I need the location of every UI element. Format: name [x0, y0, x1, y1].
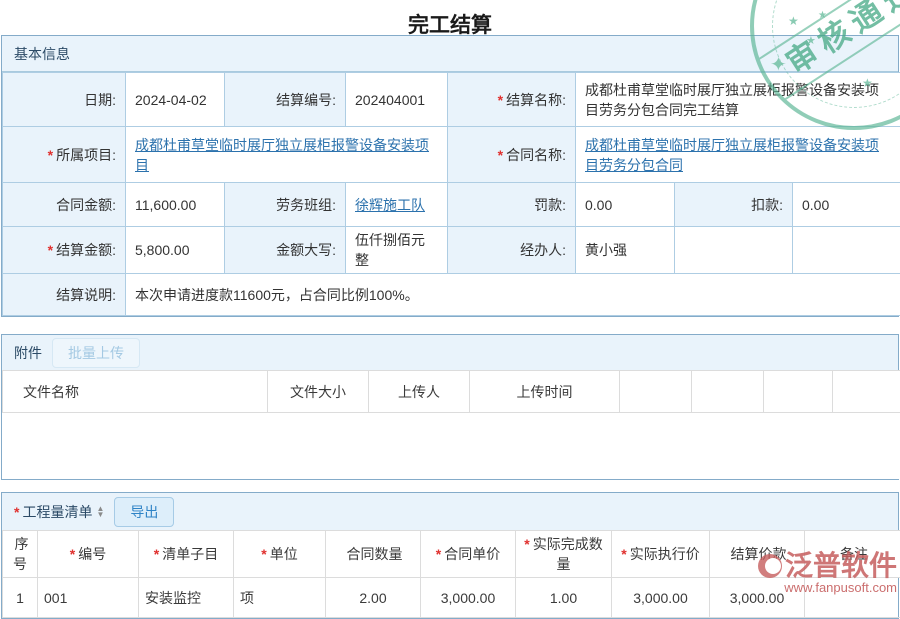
col-remark: 备注 — [805, 531, 900, 578]
col-actual-price: *实际执行价 — [612, 531, 710, 578]
project-label-cell: *所属项目: — [3, 127, 126, 183]
settle-name-value: 成都杜甫草堂临时展厅独立展柜报警设备安装项目劳务分包合同完工结算 — [576, 73, 900, 127]
page-title: 完工结算 — [0, 0, 900, 35]
required-mark: * — [48, 147, 53, 163]
required-mark: * — [48, 242, 53, 258]
cell-actual-price: 3,000.00 — [612, 578, 710, 618]
basic-info-section-header: 基本信息 — [2, 36, 898, 72]
basic-row-2: *所属项目: 成都杜甫草堂临时展厅独立展柜报警设备安装项目 *合同名称: 成都杜… — [3, 127, 900, 183]
empty-cell — [793, 227, 900, 274]
amount-words-value: 伍仟捌佰元整 — [346, 227, 448, 274]
required-mark: * — [14, 504, 19, 520]
col-file-size: 文件大小 — [268, 371, 369, 413]
fine-value: 0.00 — [576, 183, 675, 227]
basic-row-1: 日期: 2024-04-02 结算编号: 202404001 *结算名称: 成都… — [3, 73, 900, 127]
cell-remark — [805, 578, 900, 618]
settle-no-value: 202404001 — [346, 73, 448, 127]
note-value: 本次申请进度款11600元，占合同比例100%。 — [126, 274, 900, 316]
contract-label-cell: *合同名称: — [448, 127, 576, 183]
project-value-cell: 成都杜甫草堂临时展厅独立展柜报警设备安装项目 — [126, 127, 448, 183]
cell-settle-price: 3,000.00 — [710, 578, 805, 618]
basic-row-3: 合同金额: 11,600.00 劳务班组: 徐辉施工队 罚款: 0.00 扣款:… — [3, 183, 900, 227]
contract-amount-label-cell: 合同金额: — [3, 183, 126, 227]
settle-no-label-cell: 结算编号: — [225, 73, 346, 127]
col-unit: *单位 — [234, 531, 326, 578]
boq-section-title: 工程量清单 — [22, 502, 92, 522]
col-uploader: 上传人 — [369, 371, 470, 413]
attachments-empty-area — [3, 413, 900, 480]
col-contract-price: *合同单价 — [421, 531, 516, 578]
col-empty — [764, 371, 833, 413]
col-empty — [620, 371, 692, 413]
labor-team-label-cell: 劳务班组: — [225, 183, 346, 227]
cell-actual-qty: 1.00 — [516, 578, 612, 618]
labor-team-value-cell: 徐辉施工队 — [346, 183, 448, 227]
sort-spinner-icon[interactable]: ▲▼ — [96, 506, 104, 518]
attachments-table: 文件名称 文件大小 上传人 上传时间 — [2, 370, 900, 479]
cell-list-item: 安装监控 — [139, 578, 234, 618]
date-value: 2024-04-02 — [126, 73, 225, 127]
labor-team-link[interactable]: 徐辉施工队 — [355, 197, 425, 213]
empty-cell — [675, 227, 793, 274]
date-label-cell: 日期: — [3, 73, 126, 127]
col-actual-qty: *实际完成数量 — [516, 531, 612, 578]
boq-section-header: * 工程量清单 ▲▼ 导出 — [2, 493, 898, 530]
basic-row-4: *结算金额: 5,800.00 金额大写: 伍仟捌佰元整 经办人: 黄小强 — [3, 227, 900, 274]
cell-seq: 1 — [3, 578, 38, 618]
batch-upload-button[interactable]: 批量上传 — [52, 338, 140, 368]
basic-info-section-title: 基本信息 — [14, 44, 70, 64]
attachments-empty-body — [3, 413, 900, 480]
col-file-name: 文件名称 — [3, 371, 268, 413]
required-mark: * — [498, 147, 503, 163]
cell-code: 001 — [38, 578, 139, 618]
boq-data-row: 1 001 安装监控 项 2.00 3,000.00 1.00 3,000.00… — [3, 578, 900, 618]
col-contract-qty: 合同数量 — [326, 531, 421, 578]
export-button[interactable]: 导出 — [114, 497, 174, 527]
handler-label-cell: 经办人: — [448, 227, 576, 274]
col-list-item: *清单子目 — [139, 531, 234, 578]
boq-table: 序号 *编号 *清单子目 *单位 合同数量 *合同单价 *实际完成数量 *实际执… — [2, 530, 900, 618]
project-link[interactable]: 成都杜甫草堂临时展厅独立展柜报警设备安装项目 — [135, 137, 429, 173]
amount-words-label-cell: 金额大写: — [225, 227, 346, 274]
contract-amount-value: 11,600.00 — [126, 183, 225, 227]
deduction-value: 0.00 — [793, 183, 900, 227]
cell-contract-qty: 2.00 — [326, 578, 421, 618]
contract-value-cell: 成都杜甫草堂临时展厅独立展柜报警设备安装项目劳务分包合同 — [576, 127, 900, 183]
basic-info-table: 日期: 2024-04-02 结算编号: 202404001 *结算名称: 成都… — [2, 72, 900, 316]
handler-value: 黄小强 — [576, 227, 675, 274]
settle-amount-label-cell: *结算金额: — [3, 227, 126, 274]
col-code: *编号 — [38, 531, 139, 578]
cell-unit: 项 — [234, 578, 326, 618]
col-empty — [692, 371, 764, 413]
basic-info-panel: 基本信息 日期: 2024-04-02 结算编号: 202404001 *结算名… — [1, 35, 899, 317]
attachments-panel: 附件 批量上传 文件名称 文件大小 上传人 上传时间 — [1, 334, 899, 480]
fine-label-cell: 罚款: — [448, 183, 576, 227]
note-label-cell: 结算说明: — [3, 274, 126, 316]
required-mark: * — [498, 92, 503, 108]
col-seq: 序号 — [3, 531, 38, 578]
col-empty — [833, 371, 900, 413]
deduction-label-cell: 扣款: — [675, 183, 793, 227]
col-settle-price: 结算价款 — [710, 531, 805, 578]
cell-contract-price: 3,000.00 — [421, 578, 516, 618]
boq-header-row: 序号 *编号 *清单子目 *单位 合同数量 *合同单价 *实际完成数量 *实际执… — [3, 531, 900, 578]
col-upload-time: 上传时间 — [470, 371, 620, 413]
settle-name-label-cell: *结算名称: — [448, 73, 576, 127]
attachments-header-row: 文件名称 文件大小 上传人 上传时间 — [3, 371, 900, 413]
contract-link[interactable]: 成都杜甫草堂临时展厅独立展柜报警设备安装项目劳务分包合同 — [585, 137, 879, 173]
attachments-section-header: 附件 批量上传 — [2, 335, 898, 370]
attachments-section-title: 附件 — [14, 343, 42, 363]
basic-row-5: 结算说明: 本次申请进度款11600元，占合同比例100%。 — [3, 274, 900, 316]
settle-amount-value: 5,800.00 — [126, 227, 225, 274]
